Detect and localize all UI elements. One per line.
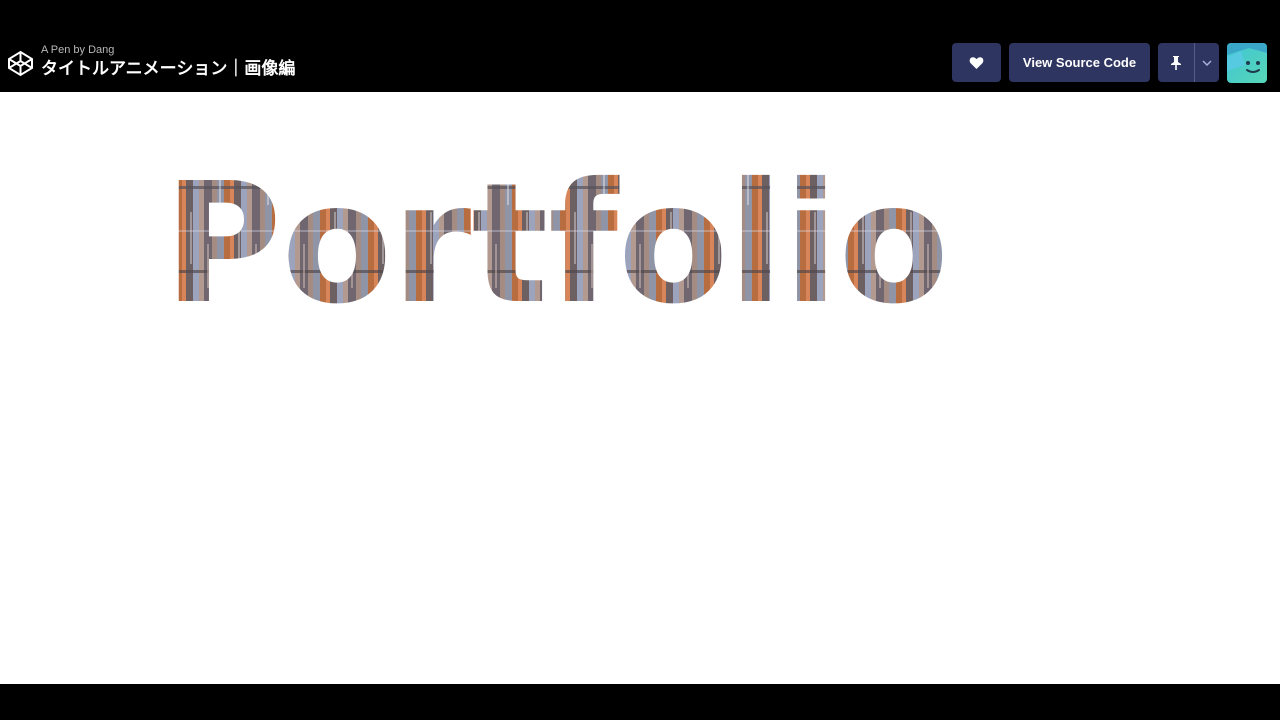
codepen-logo-icon[interactable]: [7, 50, 34, 77]
pin-button[interactable]: [1158, 43, 1195, 82]
pin-icon: [1171, 55, 1181, 70]
portfolio-headline: Portfolio: [164, 152, 949, 322]
heart-icon: [969, 56, 984, 69]
codepen-header: A Pen by Dang タイトルアニメーション｜画像編 View Sourc…: [0, 32, 1280, 92]
view-source-button[interactable]: View Source Code: [1009, 43, 1150, 82]
pin-button-group: [1158, 43, 1219, 82]
portfolio-text: Portfolio: [164, 152, 949, 322]
user-avatar[interactable]: [1227, 43, 1267, 83]
like-button[interactable]: [952, 43, 1001, 82]
pen-title: タイトルアニメーション｜画像編: [41, 59, 296, 78]
pen-info: A Pen by Dang タイトルアニメーション｜画像編: [41, 44, 295, 81]
browser-frame: A Pen by Dang タイトルアニメーション｜画像編 View Sourc…: [0, 0, 1280, 720]
chevron-down-icon: [1202, 59, 1212, 66]
bottom-bar: [0, 684, 1280, 720]
pen-author[interactable]: A Pen by Dang: [41, 44, 295, 57]
avatar: [1227, 43, 1267, 83]
pen-preview: Portfolio: [0, 92, 1280, 684]
pin-options-button[interactable]: [1195, 43, 1219, 82]
